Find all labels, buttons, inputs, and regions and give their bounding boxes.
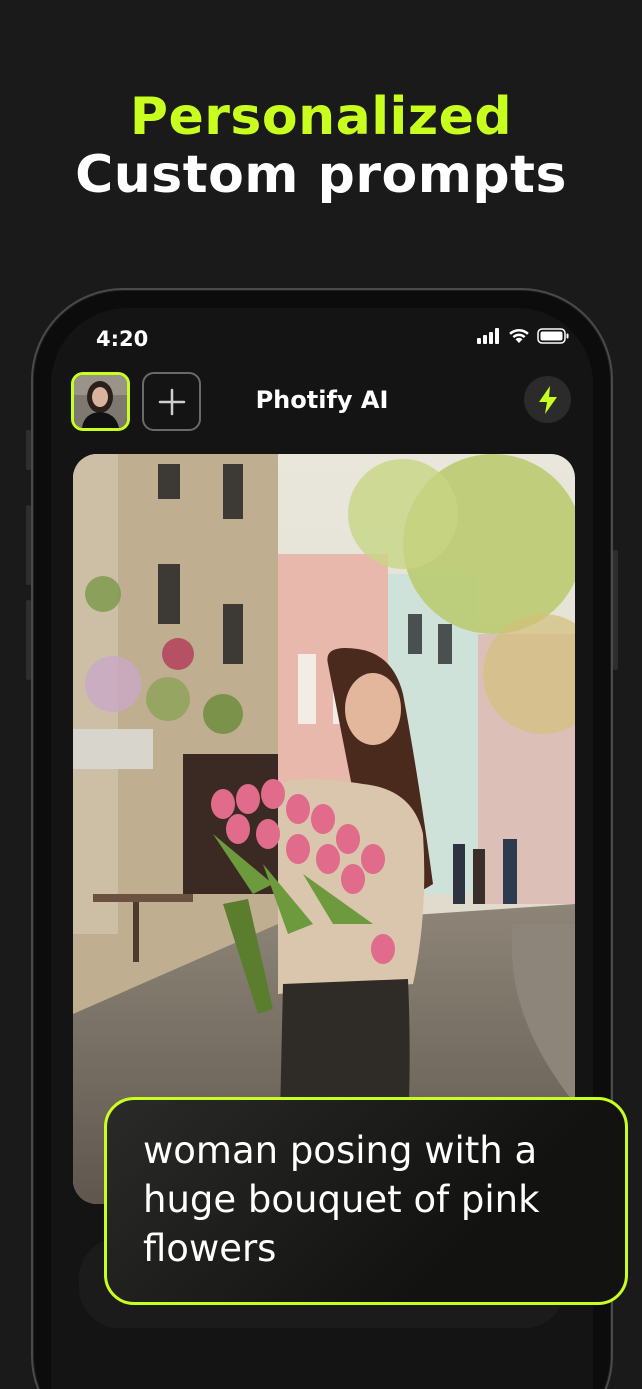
lightning-icon bbox=[538, 385, 557, 414]
status-bar: 4:20 bbox=[51, 308, 593, 364]
wifi-icon bbox=[509, 328, 529, 343]
status-time: 4:20 bbox=[96, 327, 149, 351]
prompt-text: woman posing with a huge bouquet of pink… bbox=[143, 1129, 540, 1271]
boost-button[interactable] bbox=[524, 376, 571, 423]
app-bar: Photify AI bbox=[51, 370, 593, 434]
headline: Personalized Custom prompts bbox=[0, 87, 642, 206]
phone-side-button bbox=[26, 430, 31, 470]
phone-volume-down bbox=[26, 600, 31, 680]
photo-illustration bbox=[73, 454, 575, 1204]
signal-icon bbox=[477, 328, 499, 344]
tab-bar bbox=[51, 1376, 593, 1389]
headline-main: Custom prompts bbox=[75, 145, 567, 206]
generated-photo bbox=[73, 454, 575, 1204]
headline-accent: Personalized bbox=[129, 87, 513, 147]
phone-power-button bbox=[613, 550, 618, 670]
prompt-card: woman posing with a huge bouquet of pink… bbox=[104, 1097, 628, 1305]
battery-icon bbox=[537, 328, 569, 344]
app-title: Photify AI bbox=[255, 386, 389, 414]
phone-volume-up bbox=[26, 505, 31, 585]
status-icons bbox=[477, 328, 569, 344]
